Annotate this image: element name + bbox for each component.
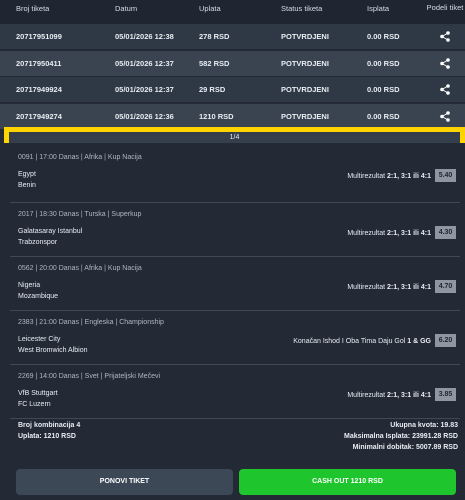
match-meta: 0562 | 20:00 Danas | Afrika | Kup Nacija (18, 265, 142, 272)
bet-market: Konačan Ishod I Oba Tima Daju Gol (293, 338, 406, 345)
cell-date: 05/01/2026 12:37 (115, 85, 174, 94)
away-team: Trabzonspor (18, 239, 58, 246)
bet-selection: Konačan Ishod I Oba Tima Daju Gol 1 & GG (293, 338, 431, 345)
header-ticket-id: Broj tiketa (16, 4, 50, 13)
match-list: 0091 | 17:00 Danas | Afrika | Kup Nacija… (10, 146, 460, 419)
cell-status: POTVRDJENI (281, 58, 329, 68)
cell-status: POTVRDJENI (281, 111, 329, 121)
combination-count: Broj kombinacija 4 (18, 422, 81, 429)
bet-market: Multirezultat (347, 392, 386, 399)
ticket-page: Broj tiketa Datum Uplata Status tiketa I… (0, 0, 465, 500)
odd-badge: 4.30 (435, 226, 456, 239)
share-icon[interactable] (425, 84, 465, 95)
match-meta: 2383 | 21:00 Danas | Engleska | Champion… (18, 319, 164, 326)
cell-stake: 29 RSD (199, 85, 226, 94)
away-team: Benin (18, 182, 36, 189)
list-item: 0562 | 20:00 Danas | Afrika | Kup Nacija… (10, 257, 460, 311)
share-icon[interactable] (425, 31, 465, 42)
header-stake: Uplata (199, 4, 221, 13)
bet-pick: 2:1, 3:1 ili 4:1 (387, 173, 431, 180)
total-odds: Ukupna kvota: 19.83 (390, 422, 458, 429)
bet-selection: Multirezultat 2:1, 3:1 ili 4:1 (347, 392, 431, 399)
header-date: Datum (115, 4, 138, 13)
cell-payout: 0.00 RSD (367, 111, 400, 121)
match-meta: 0091 | 17:00 Danas | Afrika | Kup Nacija (18, 154, 142, 161)
bet-selection: Multirezultat 2:1, 3:1 ili 4:1 (347, 173, 431, 180)
list-item: 0091 | 17:00 Danas | Afrika | Kup Nacija… (10, 146, 460, 203)
bet-selection: Multirezultat 2:1, 3:1 ili 4:1 (347, 230, 431, 237)
share-icon[interactable] (425, 57, 465, 69)
header-status: Status tiketa (281, 4, 323, 13)
summary-right: Ukupna kvota: 19.83 Maksimalna Isplata: … (344, 420, 458, 453)
odd-badge: 3.85 (435, 388, 456, 401)
cell-date: 05/01/2026 12:36 (115, 111, 174, 121)
cell-status: POTVRDJENI (281, 85, 329, 94)
table-header: Broj tiketa Datum Uplata Status tiketa I… (0, 0, 465, 24)
cell-date: 05/01/2026 12:38 (115, 32, 174, 41)
repeat-ticket-button[interactable]: PONOVI TIKET (16, 469, 233, 495)
table-row[interactable]: 20717949274 05/01/2026 12:36 1210 RSD PO… (0, 103, 465, 129)
odd-badge: 6.20 (435, 334, 456, 347)
ticket-table-body: 20717951099 05/01/2026 12:38 278 RSD POT… (0, 24, 465, 129)
cell-payout: 0.00 RSD (367, 85, 400, 94)
max-payout: Maksimalna Isplata: 23991.28 RSD (343, 433, 458, 440)
match-meta: 2269 | 14:00 Danas | Svet | Prijateljski… (18, 373, 161, 380)
cell-payout: 0.00 RSD (367, 58, 400, 68)
cell-stake: 582 RSD (199, 58, 230, 68)
bet-pick: 2:1, 3:1 ili 4:1 (387, 392, 431, 399)
summary-left: Broj kombinacija 4 Uplata: 1210 RSD (18, 420, 80, 442)
list-item: 2383 | 21:00 Danas | Engleska | Champion… (10, 311, 460, 365)
table-row[interactable]: 20717950411 05/01/2026 12:37 582 RSD POT… (0, 50, 465, 76)
header-payout: Isplata (367, 4, 390, 13)
share-icon[interactable] (425, 110, 465, 122)
odd-badge: 4.70 (435, 280, 456, 293)
odd-badge: 5.40 (435, 169, 456, 182)
cell-stake: 1210 RSD (199, 111, 234, 121)
cell-ticket-id: 20717949274 (16, 111, 62, 121)
cash-out-button[interactable]: CASH OUT 1210 RSD (239, 469, 456, 495)
cell-ticket-id: 20717950411 (16, 58, 62, 68)
table-row[interactable]: 20717951099 05/01/2026 12:38 278 RSD POT… (0, 24, 465, 49)
pagination-bar: 1/4 (4, 127, 465, 143)
cell-ticket-id: 20717949924 (16, 85, 62, 94)
away-team: FC Luzern (18, 401, 51, 408)
table-row[interactable]: 20717949924 05/01/2026 12:37 29 RSD POTV… (0, 77, 465, 102)
summary-stake: Uplata: 1210 RSD (18, 433, 76, 440)
cell-stake: 278 RSD (199, 32, 230, 41)
bet-market: Multirezultat (347, 173, 386, 180)
bet-market: Multirezultat (347, 230, 386, 237)
bet-selection: Multirezultat 2:1, 3:1 ili 4:1 (347, 284, 431, 291)
bet-market: Multirezultat (347, 284, 386, 291)
cell-status: POTVRDJENI (281, 32, 329, 41)
bet-pick: 2:1, 3:1 ili 4:1 (387, 230, 431, 237)
bet-pick: 2:1, 3:1 ili 4:1 (387, 284, 431, 291)
list-item: 2269 | 14:00 Danas | Svet | Prijateljski… (10, 365, 460, 419)
list-item: 2017 | 18:30 Danas | Turska | Superkup G… (10, 203, 460, 257)
cell-date: 05/01/2026 12:37 (115, 58, 174, 68)
away-team: West Bromwich Albion (18, 347, 88, 354)
bet-pick: 1 & GG (407, 338, 431, 345)
header-share: Podeli tiket (426, 3, 464, 12)
cell-payout: 0.00 RSD (367, 32, 400, 41)
away-team: Mozambique (18, 293, 59, 300)
min-win: Minimalni dobitak: 5007.89 RSD (352, 444, 458, 451)
cell-ticket-id: 20717951099 (16, 32, 62, 41)
page-indicator[interactable]: 1/4 (9, 132, 460, 143)
match-meta: 2017 | 18:30 Danas | Turska | Superkup (18, 211, 142, 218)
